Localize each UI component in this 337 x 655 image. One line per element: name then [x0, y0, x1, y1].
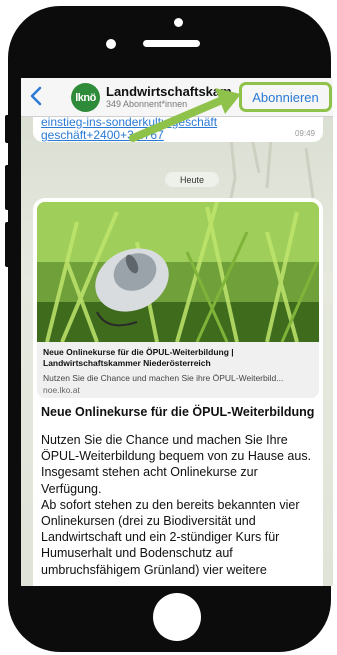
- highlight-arrow: [129, 88, 241, 142]
- link-preview-card[interactable]: Neue Onlinekurse für die ÖPUL-Weiterbild…: [37, 202, 319, 398]
- preview-description: Nutzen Sie die Chance und machen Sie ihr…: [43, 373, 284, 383]
- front-camera: [174, 18, 183, 27]
- message-paragraph-1: Nutzen Sie die Chance und machen Sie Ihr…: [41, 433, 312, 496]
- back-chevron-icon[interactable]: [27, 84, 47, 108]
- home-button[interactable]: [153, 593, 201, 641]
- proximity-sensor: [106, 39, 116, 49]
- preview-title: Neue Onlinekurse für die ÖPUL-Weiterbild…: [43, 347, 234, 368]
- message-paragraph-2: Ab sofort stehen zu den bereits bekannte…: [41, 497, 300, 577]
- earpiece-speaker: [143, 40, 200, 47]
- channel-avatar[interactable]: lknö: [71, 83, 100, 112]
- message-bubble: Neue Onlinekurse für die ÖPUL-Weiterbild…: [33, 198, 323, 586]
- screen: einstieg-ins-sonderkulturgeschäft geschä…: [21, 78, 333, 586]
- preview-domain: noe.lko.at: [43, 385, 80, 395]
- message-title: Neue Onlinekurse für die ÖPUL-Weiterbild…: [41, 405, 315, 419]
- message-body: Nutzen Sie die Chance und machen Sie Ihr…: [41, 432, 317, 578]
- date-separator: Heute: [165, 172, 219, 187]
- subscribe-button[interactable]: Abonnieren: [239, 82, 332, 112]
- preview-image: [37, 202, 319, 342]
- previous-message-time: 09:49: [294, 129, 315, 138]
